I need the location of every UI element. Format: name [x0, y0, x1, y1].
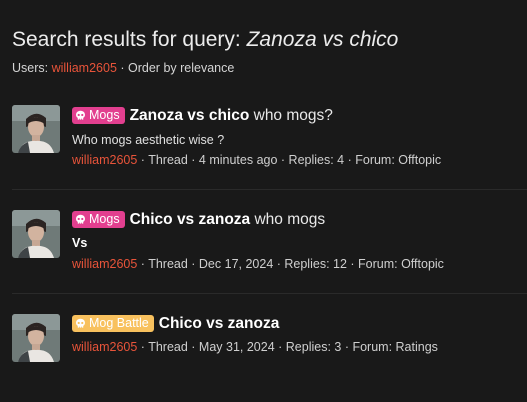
- result-snippet: Who mogs aesthetic wise ?: [72, 133, 225, 147]
- result-title-text[interactable]: Zanoza vs chico: [130, 107, 250, 124]
- author-link[interactable]: william2605: [72, 340, 137, 354]
- result-meta-text: · Thread · Dec 17, 2024 · Replies: 12 · …: [137, 257, 444, 271]
- avatar-image: [12, 210, 60, 258]
- result-meta-text: · Thread · May 31, 2024 · Replies: 3 · F…: [137, 340, 438, 354]
- prefix-label-text: Mogs: [89, 212, 120, 226]
- result-title[interactable]: Mog Battle Chico vs zanoza: [72, 314, 279, 334]
- page-title-prefix: Search results for query:: [12, 28, 247, 51]
- skull-icon: [76, 110, 85, 120]
- result-title-text[interactable]: Chico vs zanoza: [159, 315, 280, 332]
- result-snippet: Vs: [72, 236, 88, 250]
- result-title-suffix: who mogs: [250, 211, 326, 228]
- author-link[interactable]: william2605: [72, 153, 137, 167]
- result-title-text[interactable]: Chico vs zanoza: [130, 211, 251, 228]
- result-title[interactable]: Mogs Zanoza vs chico who mogs?: [72, 106, 333, 126]
- page-title: Search results for query: Zanoza vs chic…: [12, 28, 398, 52]
- prefix-label[interactable]: Mogs: [72, 107, 125, 124]
- avatar[interactable]: [12, 314, 60, 362]
- result-meta-text: · Thread · 4 minutes ago · Replies: 4 · …: [137, 153, 442, 167]
- search-meta: Users: william2605 · Order by relevance: [12, 61, 234, 75]
- result-title-suffix: who mogs?: [249, 107, 333, 124]
- result-meta: william2605 · Thread · May 31, 2024 · Re…: [72, 340, 438, 354]
- prefix-label[interactable]: Mogs: [72, 211, 125, 228]
- prefix-label[interactable]: Mog Battle: [72, 315, 154, 332]
- skull-icon: [76, 318, 85, 328]
- users-label: Users:: [12, 61, 52, 75]
- avatar[interactable]: [12, 210, 60, 258]
- result-title[interactable]: Mogs Chico vs zanoza who mogs: [72, 210, 325, 230]
- order-text: · Order by relevance: [116, 61, 235, 75]
- result-meta: william2605 · Thread · 4 minutes ago · R…: [72, 153, 441, 167]
- result-divider: [12, 293, 527, 294]
- author-link[interactable]: william2605: [72, 257, 137, 271]
- prefix-label-text: Mogs: [89, 108, 120, 122]
- prefix-label-text: Mog Battle: [89, 316, 149, 330]
- avatar-image: [12, 105, 60, 153]
- avatar-image: [12, 314, 60, 362]
- avatar[interactable]: [12, 105, 60, 153]
- user-link[interactable]: william2605: [52, 61, 117, 75]
- skull-icon: [76, 214, 85, 224]
- search-query: Zanoza vs chico: [246, 28, 399, 51]
- result-divider: [12, 189, 527, 190]
- search-results-page: Search results for query: Zanoza vs chic…: [0, 0, 527, 402]
- result-meta: william2605 · Thread · Dec 17, 2024 · Re…: [72, 257, 444, 271]
